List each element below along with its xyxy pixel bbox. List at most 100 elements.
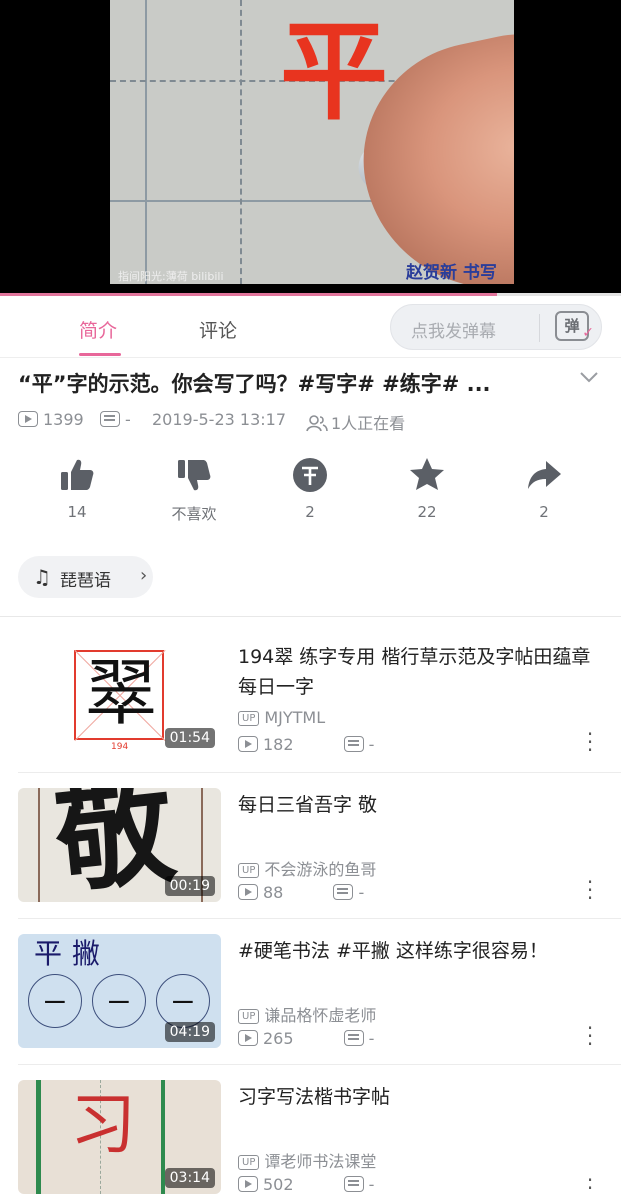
video-item-title[interactable]: #硬笔书法 #平撇 这样练字很容易！ (238, 936, 598, 966)
tab-comments[interactable]: 评论 (199, 316, 237, 343)
item-views: 88 (263, 883, 284, 902)
danmaku-count-icon (100, 411, 120, 427)
star-icon (410, 458, 444, 490)
play-count-icon (238, 1176, 258, 1192)
danmaku-count-value: - (125, 410, 131, 429)
more-options-icon[interactable]: · · (580, 1170, 600, 1200)
paper-line (36, 1080, 41, 1194)
danmaku-placeholder: 点我发弹幕 (411, 322, 496, 342)
coin-button[interactable]: 2 (270, 455, 350, 521)
play-count-icon (18, 411, 38, 427)
thumbnail-character: 习 (70, 1086, 136, 1163)
uploader[interactable]: UP 谦品格怀虚老师 (238, 1002, 376, 1026)
play-count-icon (238, 736, 258, 752)
video-thumbnail[interactable]: 敬 00:19 (18, 788, 221, 902)
tab-indicator (79, 353, 121, 356)
video-title: “平”字的示范。你会写了吗？#写字# #练字# ... (18, 372, 491, 396)
item-stats: 502 - (238, 1175, 374, 1194)
video-thumbnail[interactable]: 平撇 ㄧ ㄧ ㄧ 04:19 (18, 934, 221, 1048)
uploader[interactable]: UP 不会游泳的鱼哥 (238, 856, 376, 880)
view-count: 1399 (18, 410, 84, 429)
watermark-right: 赵贺新 书写 (406, 263, 497, 283)
favorite-button[interactable]: 22 (387, 455, 467, 521)
music-note-icon: ♫ (33, 565, 51, 589)
uploader[interactable]: UP MJYTML (238, 708, 325, 727)
video-item-title[interactable]: 194翠 练字专用 楷行草示范及字帖田蕴章每日一字 (238, 642, 598, 702)
list-item[interactable]: 习 03:14 习字写法楷书字帖 UP 谭老师书法课堂 502 - · · (18, 1080, 621, 1200)
practice-cell: ㄧ (92, 974, 146, 1028)
frame-character: 平 (280, 9, 389, 135)
favorite-count: 22 (417, 503, 437, 521)
view-count-value: 1399 (43, 410, 84, 429)
more-options-icon[interactable]: · · · (580, 1018, 600, 1054)
thumbnail-character: 翠 (84, 651, 157, 735)
up-badge: UP (238, 711, 260, 726)
video-thumbnail[interactable]: 翠 194 01:54 (18, 640, 221, 754)
item-stats: 265 - (238, 1029, 374, 1048)
play-count-icon (238, 1030, 258, 1046)
watching-value: 1人正在看 (331, 414, 406, 433)
coin-count: 2 (305, 503, 315, 521)
grid-dash (240, 0, 242, 284)
check-icon: ✓ (582, 325, 594, 341)
item-danmaku: - (368, 1175, 375, 1194)
uploader-name: 不会游泳的鱼哥 (264, 860, 377, 879)
more-options-icon[interactable]: · · · (580, 724, 600, 760)
item-stats: 88 - (238, 883, 364, 902)
danmaku-button-label: 弹 (564, 317, 580, 335)
danmaku-count-icon (343, 736, 364, 752)
up-badge: UP (238, 863, 260, 878)
video-frame[interactable]: 平 (110, 0, 514, 284)
danmaku-divider (539, 314, 540, 342)
share-button[interactable]: 2 (504, 455, 584, 521)
chevron-right-icon: › (140, 565, 148, 586)
watching-now: 1人正在看 (306, 410, 405, 434)
list-item[interactable]: 翠 194 01:54 194翠 练字专用 楷行草示范及字帖田蕴章每日一字 UP… (18, 640, 621, 770)
list-divider (18, 772, 621, 773)
item-danmaku: - (368, 1029, 375, 1048)
item-danmaku: - (368, 735, 375, 754)
paper-line (38, 788, 40, 902)
chevron-down-icon[interactable] (578, 366, 600, 388)
people-icon (306, 415, 328, 432)
progress-bar[interactable] (0, 293, 621, 296)
share-count: 2 (539, 503, 549, 521)
item-views: 502 (263, 1175, 294, 1194)
danmaku-count: - (100, 410, 131, 429)
like-count: 14 (67, 503, 87, 521)
dislike-label: 不喜欢 (171, 505, 217, 523)
up-badge: UP (238, 1155, 260, 1170)
tab-intro[interactable]: 简介 (79, 316, 117, 343)
tab-bar: 简介 评论 点我发弹幕 (0, 300, 621, 358)
like-button[interactable]: 14 (37, 455, 117, 521)
grid-line (145, 0, 147, 284)
more-options-icon[interactable]: · · · (580, 872, 600, 908)
duration-badge: 04:19 (164, 1022, 215, 1042)
play-count-icon (238, 884, 258, 900)
video-player[interactable]: 平 指间阳光:薄荷 bilibili 赵贺新 书写 (0, 0, 621, 296)
list-item[interactable]: 平撇 ㄧ ㄧ ㄧ 04:19 #硬笔书法 #平撇 这样练字很容易！ UP 谦品格怀… (18, 934, 621, 1064)
danmaku-toggle-icon[interactable]: 弹 ✓ (555, 311, 594, 341)
danmaku-count-icon (343, 1176, 364, 1192)
video-item-title[interactable]: 每日三省吾字 敬 (238, 790, 598, 820)
duration-badge: 01:54 (164, 728, 215, 748)
video-thumbnail[interactable]: 习 03:14 (18, 1080, 221, 1194)
uploader-name: 谦品格怀虚老师 (264, 1006, 377, 1025)
watermark-left: 指间阳光:薄荷 bilibili (118, 270, 224, 283)
list-divider (18, 918, 621, 919)
video-item-title[interactable]: 习字写法楷书字帖 (238, 1082, 598, 1112)
music-label: 琵琶语 (60, 571, 111, 591)
dislike-button[interactable]: 不喜欢 (154, 455, 234, 524)
action-bar: 14 不喜欢 2 22 2 (0, 455, 621, 535)
music-chip[interactable]: ♫ 琵琶语 › (18, 556, 153, 598)
thumbs-down-icon (178, 460, 211, 491)
thumbnail-number: 194 (111, 742, 129, 752)
danmaku-count-icon (333, 884, 354, 900)
upload-date: 2019-5-23 13:17 (152, 410, 286, 429)
list-divider (18, 1064, 621, 1065)
practice-cell: ㄧ (156, 974, 210, 1028)
list-item[interactable]: 敬 00:19 每日三省吾字 敬 UP 不会游泳的鱼哥 88 - · · · (18, 788, 621, 918)
thumbs-up-icon (61, 459, 94, 490)
uploader[interactable]: UP 谭老师书法课堂 (238, 1148, 376, 1172)
up-badge: UP (238, 1009, 260, 1024)
